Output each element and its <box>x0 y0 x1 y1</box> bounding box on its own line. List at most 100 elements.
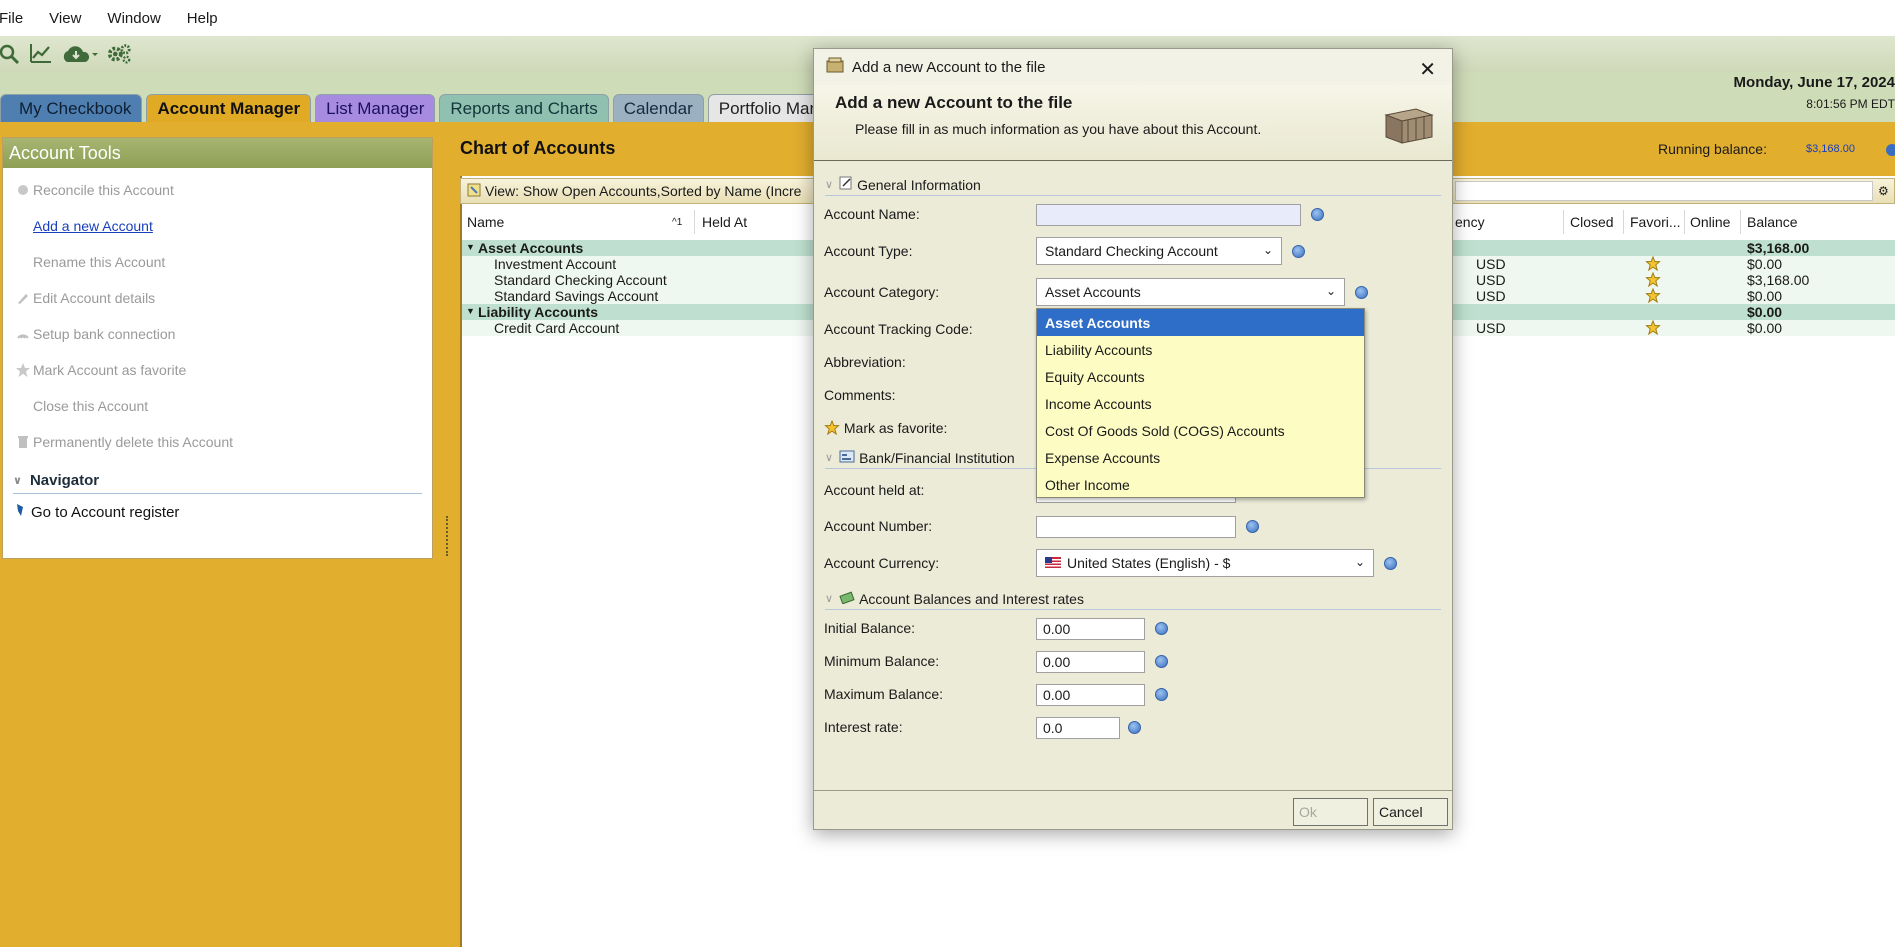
navigator-header[interactable]: ∨ Navigator <box>13 468 422 494</box>
chevron-down-icon: ∨ <box>825 179 834 191</box>
dialog-heading: Add a new Account to the file <box>835 93 1073 112</box>
help-icon[interactable] <box>1155 688 1168 701</box>
chart-icon[interactable] <box>28 41 54 67</box>
delete-account-label: Permanently delete this Account <box>33 434 234 450</box>
account-number-label: Account Number: <box>824 518 933 534</box>
close-account-link[interactable]: Close this Account <box>3 388 432 424</box>
add-account-link[interactable]: Add a new Account <box>3 208 432 244</box>
menu-help[interactable]: Help <box>187 10 232 27</box>
column-online[interactable]: Online <box>1690 210 1730 234</box>
tab-list-manager[interactable]: List Manager <box>315 94 436 122</box>
help-icon[interactable] <box>1155 622 1168 635</box>
balances-section-title: Account Balances and Interest rates <box>859 590 1084 607</box>
balance-cell: $3,168.00 <box>1747 240 1810 256</box>
menu-window[interactable]: Window <box>107 10 174 27</box>
app-icon <box>826 57 844 77</box>
reconcile-account-link[interactable]: Reconcile this Account <box>3 172 432 208</box>
tab-my-checkbook[interactable]: My Checkbook <box>0 94 143 122</box>
column-favorite[interactable]: Favori... <box>1630 210 1681 234</box>
mark-favorite-label: Mark Account as favorite <box>33 362 187 378</box>
balances-section[interactable]: ∨ Account Balances and Interest rates <box>825 588 1441 610</box>
minimum-balance-input[interactable]: 0.00 <box>1036 651 1145 673</box>
category-option[interactable]: Other Income <box>1037 471 1364 498</box>
interest-rate-input[interactable]: 0.0 <box>1036 717 1120 739</box>
add-account-label: Add a new Account <box>33 218 153 234</box>
category-option[interactable]: Equity Accounts <box>1037 363 1364 390</box>
account-name-cell: Standard Savings Account <box>494 288 659 304</box>
ok-button[interactable]: Ok <box>1293 798 1368 826</box>
help-icon[interactable] <box>1355 286 1368 299</box>
cloud-download-icon[interactable] <box>60 41 100 67</box>
crate-icon <box>1384 108 1434 144</box>
maximum-balance-label: Maximum Balance: <box>824 686 944 702</box>
help-icon[interactable] <box>1384 557 1397 570</box>
category-option[interactable]: Cost Of Goods Sold (COGS) Accounts <box>1037 417 1364 444</box>
tab-reports-and-charts[interactable]: Reports and Charts <box>439 94 609 122</box>
bank-icon <box>839 449 855 466</box>
comments-label: Comments: <box>824 387 896 403</box>
help-icon[interactable] <box>1311 208 1324 221</box>
column-held-at[interactable]: Held At <box>702 210 747 234</box>
register-icon <box>15 503 25 521</box>
setup-bank-connection-link[interactable]: Setup bank connection <box>3 316 432 352</box>
panel-splitter[interactable] <box>446 516 449 556</box>
go-to-register-link[interactable]: Go to Account register <box>3 494 432 530</box>
column-currency[interactable]: ency <box>1455 210 1485 234</box>
column-balance[interactable]: Balance <box>1747 210 1798 234</box>
help-icon[interactable] <box>1246 520 1259 533</box>
category-option[interactable]: Liability Accounts <box>1037 336 1364 363</box>
tab-calendar[interactable]: Calendar <box>612 94 704 122</box>
currency-value: United States (English) - $ <box>1067 555 1231 571</box>
setup-bank-connection-label: Setup bank connection <box>33 326 176 342</box>
column-closed[interactable]: Closed <box>1570 210 1614 234</box>
edit-account-link[interactable]: Edit Account details <box>3 280 432 316</box>
cancel-button[interactable]: Cancel <box>1373 798 1448 826</box>
help-icon[interactable] <box>1292 245 1305 258</box>
gear-icon[interactable]: ⚙ <box>1878 184 1889 198</box>
navigator-title: Navigator <box>29 472 100 489</box>
account-type-select[interactable]: Standard Checking Account ⌄ <box>1036 237 1282 265</box>
currency-cell: USD <box>1476 288 1506 304</box>
chart-of-accounts-title: Chart of Accounts <box>460 138 616 158</box>
category-option[interactable]: Asset Accounts <box>1037 309 1364 336</box>
category-option[interactable]: Income Accounts <box>1037 390 1364 417</box>
close-icon[interactable]: ✕ <box>1419 57 1436 82</box>
dialog-titlebar: Add a new Account to the file ✕ <box>814 49 1452 85</box>
delete-account-link[interactable]: Permanently delete this Account <box>3 424 432 460</box>
expand-toggle-icon[interactable]: ▼ <box>466 306 475 316</box>
maximum-balance-input[interactable]: 0.00 <box>1036 684 1145 706</box>
rename-account-link[interactable]: Rename this Account <box>3 244 432 280</box>
initial-balance-input[interactable]: 0.00 <box>1036 618 1145 640</box>
account-category-value: Asset Accounts <box>1045 284 1141 300</box>
account-category-label: Account Category: <box>824 284 940 300</box>
column-separator <box>1740 210 1741 234</box>
account-name-input[interactable] <box>1036 204 1301 226</box>
currency-label: Account Currency: <box>824 555 940 571</box>
account-number-input[interactable] <box>1036 516 1236 538</box>
column-name[interactable]: Name <box>467 210 504 234</box>
menu-view[interactable]: View <box>49 10 95 27</box>
search-input[interactable] <box>1455 181 1873 201</box>
settings-icon[interactable] <box>106 41 132 67</box>
view-filter-text: View: Show Open Accounts,Sorted by Name … <box>485 183 802 199</box>
help-icon[interactable] <box>1128 721 1141 734</box>
mark-favorite-link[interactable]: Mark Account as favorite <box>3 352 432 388</box>
expand-toggle-icon[interactable]: ▼ <box>466 242 475 252</box>
us-flag-icon <box>1045 555 1061 571</box>
account-category-select[interactable]: Asset Accounts ⌄ <box>1036 278 1345 306</box>
edit-account-label: Edit Account details <box>33 290 156 306</box>
menu-file[interactable]: File <box>0 10 37 27</box>
help-icon[interactable] <box>1886 144 1895 156</box>
balance-cell: $0.00 <box>1747 320 1783 336</box>
help-icon[interactable] <box>1155 655 1168 668</box>
category-option[interactable]: Expense Accounts <box>1037 444 1364 471</box>
interest-rate-label: Interest rate: <box>824 719 903 735</box>
favorite-star-icon[interactable] <box>1645 319 1661 338</box>
currency-select[interactable]: United States (English) - $ ⌄ <box>1036 549 1374 577</box>
column-separator <box>1563 210 1564 234</box>
main-tabs: My Checkbook Account Manager List Manage… <box>0 94 853 122</box>
search-icon[interactable] <box>0 41 22 67</box>
general-info-section[interactable]: ∨ General Information <box>825 174 1441 196</box>
tab-account-manager[interactable]: Account Manager <box>146 94 312 122</box>
running-balance-label: Running balance: <box>1658 141 1767 157</box>
